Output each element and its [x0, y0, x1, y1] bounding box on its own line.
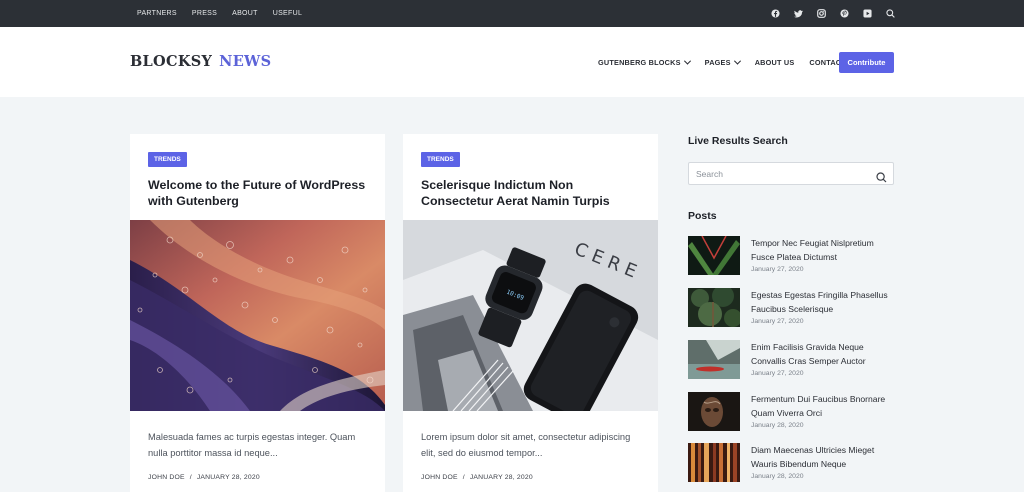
post-meta: JOHN DOE / JANUARY 28, 2020 — [148, 474, 260, 481]
top-bar: PARTNERS PRESS ABOUT USEFUL — [0, 0, 1024, 27]
sidebar-post-title: Diam Maecenas Ultricies Mieget Wauris Bi… — [751, 445, 875, 469]
category-badge[interactable]: TRENDS — [421, 152, 460, 167]
logo-text-primary: BLOCKSY — [130, 53, 213, 70]
sidebar-post-date: January 27, 2020 — [751, 318, 804, 325]
post-card: TRENDS Scelerisque Indictum Non Consecte… — [403, 134, 658, 492]
sidebar-post-title: Tempor Nec Feugiat Nislpretium Fusce Pla… — [751, 238, 874, 262]
post-date: JANUARY 28, 2020 — [196, 474, 260, 481]
search-input[interactable] — [696, 167, 866, 181]
sidebar-post-item[interactable]: Enim Facilisis Gravida Neque Convallis C… — [688, 340, 894, 380]
nav-gutenberg-blocks[interactable]: GUTENBERG BLOCKS — [598, 57, 691, 67]
posts-widget-heading: Posts — [688, 210, 717, 222]
sidebar-post-title: Fermentum Dui Faucibus Bnornare Quam Viv… — [751, 394, 886, 418]
post-card: TRENDS Welcome to the Future of WordPres… — [130, 134, 385, 492]
post-thumbnail — [688, 288, 740, 327]
sidebar-post-date: January 27, 2020 — [751, 266, 804, 273]
post-thumbnail — [688, 392, 740, 431]
post-title[interactable]: Welcome to the Future of WordPress with … — [148, 177, 373, 209]
sidebar-post-date: January 28, 2020 — [751, 473, 804, 480]
chevron-down-icon — [683, 57, 691, 65]
chevron-down-icon — [733, 57, 741, 65]
post-meta: JOHN DOE / JANUARY 28, 2020 — [421, 474, 533, 481]
category-badge[interactable]: TRENDS — [148, 152, 187, 167]
search-widget-heading: Live Results Search — [688, 135, 788, 147]
top-menu-useful[interactable]: USEFUL — [273, 10, 302, 17]
facebook-icon[interactable] — [770, 8, 781, 19]
youtube-icon[interactable] — [862, 8, 873, 19]
nav-gutenberg-blocks-label: GUTENBERG BLOCKS — [598, 57, 681, 67]
top-menu-about[interactable]: ABOUT — [232, 10, 258, 17]
twitter-icon[interactable] — [793, 8, 804, 19]
meta-separator: / — [189, 474, 192, 481]
post-excerpt: Malesuada fames ac turpis egestas intege… — [148, 432, 356, 458]
post-featured-image[interactable]: C E R E 10:09 — [403, 220, 658, 411]
sidebar-post-item[interactable]: Fermentum Dui Faucibus Bnornare Quam Viv… — [688, 392, 894, 432]
post-thumbnail — [688, 236, 740, 275]
search-field — [688, 162, 894, 185]
instagram-icon[interactable] — [816, 8, 827, 19]
sidebar-post-title: Egestas Egestas Fringilla Phasellus Fauc… — [751, 290, 888, 314]
post-featured-image[interactable] — [130, 220, 385, 411]
contribute-button[interactable]: Contribute — [839, 52, 894, 73]
pinterest-icon[interactable] — [839, 8, 850, 19]
top-menu: PARTNERS PRESS ABOUT USEFUL — [137, 0, 302, 27]
sidebar-post-item[interactable]: Diam Maecenas Ultricies Mieget Wauris Bi… — [688, 443, 894, 483]
top-menu-press[interactable]: PRESS — [192, 10, 217, 17]
site-header: BLOCKSY NEWS GUTENBERG BLOCKS PAGES ABOU… — [0, 27, 1024, 97]
post-author[interactable]: JOHN DOE — [148, 474, 185, 481]
site-logo[interactable]: BLOCKSY NEWS — [130, 53, 271, 70]
search-icon[interactable] — [876, 168, 887, 183]
sidebar-post-item[interactable]: Tempor Nec Feugiat Nislpretium Fusce Pla… — [688, 236, 894, 276]
sidebar-post-date: January 27, 2020 — [751, 370, 804, 377]
sidebar-post-title: Enim Facilisis Gravida Neque Convallis C… — [751, 342, 866, 366]
post-author[interactable]: JOHN DOE — [421, 474, 458, 481]
post-title[interactable]: Scelerisque Indictum Non Consectetur Aer… — [421, 177, 646, 209]
nav-about-us[interactable]: ABOUT US — [755, 58, 795, 67]
logo-text-accent: NEWS — [219, 53, 272, 70]
nav-about-us-label: ABOUT US — [754, 57, 795, 67]
post-date: JANUARY 28, 2020 — [469, 474, 533, 481]
post-thumbnail — [688, 443, 740, 482]
search-icon[interactable] — [885, 8, 896, 19]
social-links — [770, 0, 896, 27]
main-navigation: GUTENBERG BLOCKS PAGES ABOUT US CONTACT — [598, 27, 861, 97]
post-excerpt: Lorem ipsum dolor sit amet, consectetur … — [421, 432, 631, 458]
nav-pages[interactable]: PAGES — [704, 57, 741, 67]
sidebar-post-date: January 28, 2020 — [751, 422, 804, 429]
post-thumbnail — [688, 340, 740, 379]
top-menu-partners[interactable]: PARTNERS — [137, 10, 177, 17]
sidebar-post-item[interactable]: Egestas Egestas Fringilla Phasellus Fauc… — [688, 288, 894, 328]
meta-separator: / — [462, 474, 465, 481]
nav-pages-label: PAGES — [704, 57, 731, 67]
